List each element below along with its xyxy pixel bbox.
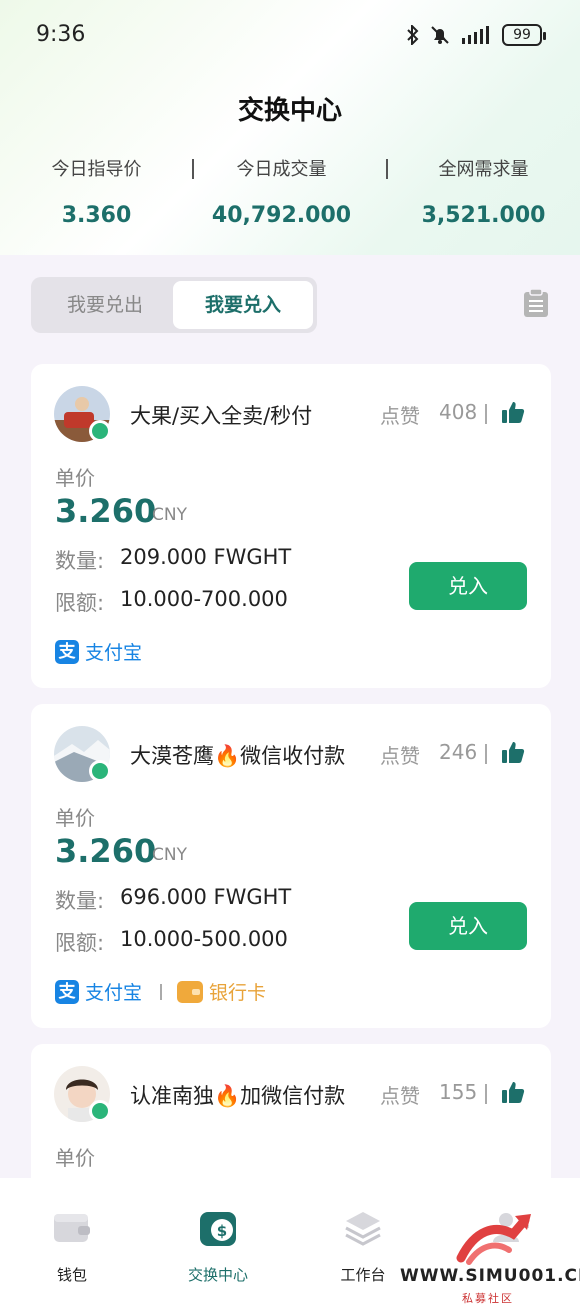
- stat-guide-price: 今日指导价 3.360: [0, 155, 193, 228]
- stat-value: 3,521.000: [421, 203, 546, 228]
- quantity-value: 696.000 FWGHT: [120, 885, 292, 909]
- quantity-value: 209.000 FWGHT: [120, 545, 292, 569]
- seller-name: 大漠苍鹰🔥微信收付款: [130, 744, 346, 768]
- svg-text:$: $: [217, 1222, 227, 1240]
- thumbs-up-icon[interactable]: [501, 740, 525, 764]
- payment-bank-card: 银行卡: [177, 978, 266, 1005]
- limit-label: 限额:: [55, 591, 105, 615]
- like-divider: [485, 744, 487, 764]
- exchange-icon: $: [200, 1212, 236, 1246]
- like-label: 点赞: [380, 1084, 420, 1108]
- battery-icon: 99: [502, 24, 546, 46]
- online-status-dot: [89, 420, 111, 442]
- nav-label: 交换中心: [187, 1266, 248, 1284]
- status-time: 9:36: [36, 22, 86, 47]
- limit-value: 10.000-700.000: [120, 587, 288, 611]
- price-value: 3.260: [55, 832, 157, 870]
- like-label: 点赞: [380, 404, 420, 428]
- status-bar: 9:36 99: [0, 0, 580, 70]
- online-status-dot: [89, 760, 111, 782]
- alipay-icon: 支: [55, 979, 79, 1004]
- stat-label: 今日成交量: [236, 159, 327, 180]
- status-icons: 99: [406, 24, 546, 46]
- like-divider: [485, 1084, 487, 1104]
- quantity-label: 数量:: [55, 549, 105, 573]
- stat-volume: 今日成交量 40,792.000: [185, 155, 378, 228]
- like-count: 408: [439, 400, 478, 424]
- payment-label: 银行卡: [209, 982, 267, 1004]
- price-label: 单价: [55, 1146, 95, 1170]
- limit-label: 限额:: [55, 931, 105, 955]
- quantity-label: 数量:: [55, 889, 105, 913]
- like-count: 246: [439, 740, 478, 764]
- price-currency: CNY: [152, 505, 187, 525]
- bluetooth-icon: [407, 25, 419, 45]
- nav-exchange[interactable]: $ 交换中心: [168, 1208, 268, 1285]
- watermark-text: WWW.SIMU001.CN: [400, 1266, 580, 1286]
- like-label: 点赞: [380, 744, 420, 768]
- stat-demand: 全网需求量 3,521.000: [387, 155, 580, 228]
- tab-buy[interactable]: 我要兑入: [173, 281, 313, 329]
- layers-icon: [345, 1212, 381, 1246]
- like-divider: [485, 404, 487, 424]
- stat-label: 今日指导价: [51, 159, 142, 180]
- payment-alipay: 支 支付宝: [55, 978, 142, 1005]
- payment-label: 支付宝: [85, 642, 143, 664]
- limit-value: 10.000-500.000: [120, 927, 288, 951]
- alipay-icon: 支: [55, 639, 79, 664]
- nav-workbench[interactable]: 工作台: [313, 1208, 413, 1285]
- market-stats: 今日指导价 3.360 今日成交量 40,792.000 全网需求量 3,521…: [0, 155, 580, 245]
- price-label: 单价: [55, 806, 95, 830]
- payment-label: 支付宝: [85, 982, 143, 1004]
- stat-value: 3.360: [61, 203, 132, 228]
- stat-label: 全网需求量: [438, 159, 529, 180]
- online-status-dot: [89, 1100, 111, 1122]
- watermark-subtext: 私募社区: [462, 1292, 514, 1305]
- page-title: 交换中心: [237, 96, 342, 126]
- buy-button[interactable]: 兑入: [409, 562, 527, 610]
- clipboard-icon[interactable]: [522, 288, 550, 318]
- price-currency: CNY: [152, 845, 187, 865]
- stat-value: 40,792.000: [211, 203, 352, 228]
- nav-label: 工作台: [340, 1266, 386, 1284]
- nav-label: 钱包: [56, 1266, 87, 1284]
- seller-name: 认准南独🔥加微信付款: [130, 1084, 346, 1108]
- signal-icon: [462, 26, 489, 44]
- tab-sell[interactable]: 我要兑出: [35, 281, 175, 329]
- thumbs-up-icon[interactable]: [501, 1080, 525, 1104]
- wallet-card-icon: [177, 980, 203, 1003]
- wallet-icon: [54, 1214, 90, 1242]
- payment-alipay: 支 支付宝: [55, 638, 142, 665]
- trade-direction-tabs: 我要兑出 我要兑入: [31, 277, 317, 333]
- price-label: 单价: [55, 466, 95, 490]
- price-value: 3.260: [55, 492, 157, 530]
- payment-divider: [160, 984, 162, 1000]
- nav-wallet[interactable]: 钱包: [22, 1208, 122, 1285]
- offer-card: 大果/买入全卖/秒付 点赞 408 单价 3.260 CNY 数量: 209.0…: [31, 364, 551, 688]
- buy-button[interactable]: 兑入: [409, 902, 527, 950]
- thumbs-up-icon[interactable]: [501, 400, 525, 424]
- seller-name: 大果/买入全卖/秒付: [130, 404, 313, 428]
- watermark-logo: [456, 1214, 531, 1265]
- offer-card: 大漠苍鹰🔥微信收付款 点赞 246 单价 3.260 CNY 数量: 696.0…: [31, 704, 551, 1028]
- like-count: 155: [439, 1080, 478, 1104]
- mute-bell-icon: [431, 26, 449, 44]
